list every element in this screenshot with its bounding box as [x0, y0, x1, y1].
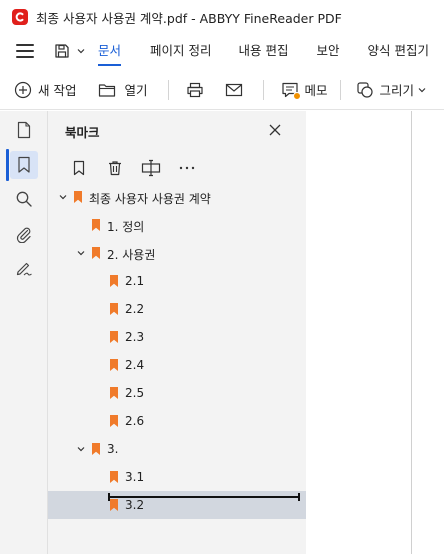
bookmark-icon	[18, 156, 30, 173]
bookmark-icon	[110, 415, 118, 427]
menu-security[interactable]: 보안	[316, 34, 339, 68]
bookmark-row[interactable]: 2.4	[48, 351, 306, 379]
draw-label: 그리기	[379, 83, 415, 98]
search-panel-button[interactable]	[10, 185, 38, 213]
delete-bookmark-button[interactable]	[104, 157, 126, 179]
rename-bookmark-button[interactable]	[140, 157, 162, 179]
new-task-button[interactable]: 새 작업	[14, 80, 76, 99]
bookmark-icon	[74, 191, 82, 203]
new-task-label: 새 작업	[38, 83, 77, 98]
bookmark-outline-icon	[73, 160, 85, 176]
abbyy-logo-icon	[12, 9, 28, 25]
bookmark-icon	[110, 331, 118, 343]
bookmark-tools	[48, 155, 306, 181]
active-indicator	[6, 149, 9, 181]
save-icon[interactable]	[54, 43, 70, 59]
open-button[interactable]: 열기	[98, 80, 148, 99]
more-options-button[interactable]	[176, 157, 198, 179]
bookmark-label: 2.2	[125, 302, 145, 316]
bookmark-icon	[92, 247, 100, 259]
search-icon	[16, 191, 32, 207]
bookmark-label: 2.4	[125, 358, 145, 372]
attachments-panel-button[interactable]	[10, 220, 38, 248]
bookmarks-panel: 북마크 최종 사용자 사용권 계약 1. 정의 2. 사용권 2.1 2.2 2…	[48, 111, 306, 554]
toolbar-separator	[339, 79, 341, 100]
draw-button[interactable]: 그리기	[356, 80, 428, 99]
memo-label: 메모	[304, 83, 328, 98]
bookmark-icon	[92, 219, 100, 231]
menu-edit-content[interactable]: 내용 편집	[239, 34, 289, 68]
window-title: 최종 사용자 사용권 계약.pdf - ABBYY FineReader PDF	[36, 10, 342, 26]
page-icon	[17, 121, 31, 139]
signature-panel-button[interactable]	[10, 254, 38, 282]
plus-circle-icon	[14, 81, 32, 98]
bookmark-row[interactable]: 3.	[48, 435, 306, 463]
bookmark-icon	[110, 387, 118, 399]
menu-form-editor[interactable]: 양식 편집기	[368, 34, 429, 68]
bookmark-row[interactable]: 3.1	[48, 463, 306, 491]
bookmark-row[interactable]: 2.2	[48, 295, 306, 323]
bookmark-row[interactable]: 2.3	[48, 323, 306, 351]
bookmark-label: 2. 사용권	[107, 248, 156, 262]
memo-icon	[281, 81, 301, 100]
bookmark-icon	[110, 499, 118, 511]
main-toolbar: 새 작업 열기 메모 그리기	[0, 70, 444, 110]
menu-page-organize[interactable]: 페이지 정리	[150, 34, 211, 68]
drop-indicator	[108, 493, 300, 501]
chevron-down-icon	[418, 87, 426, 92]
bookmark-icon	[110, 471, 118, 483]
bookmark-label: 3.2	[125, 498, 145, 512]
pen-signature-icon	[16, 262, 32, 276]
bookmark-row[interactable]: 2.5	[48, 379, 306, 407]
document-area	[306, 111, 444, 554]
bookmark-row[interactable]: 2.6	[48, 407, 306, 435]
bookmark-label: 3.	[107, 442, 119, 456]
bookmark-label: 최종 사용자 사용권 계약	[89, 192, 211, 206]
print-button[interactable]	[186, 82, 204, 98]
bookmark-row[interactable]: 최종 사용자 사용권 계약	[48, 183, 306, 211]
menu-bar: 문서 페이지 정리 내용 편집 보안 양식 편집기	[0, 34, 444, 68]
bookmark-icon	[110, 359, 118, 371]
close-icon[interactable]	[268, 123, 282, 137]
toolbar-separator	[262, 79, 264, 100]
ellipsis-icon	[179, 166, 195, 170]
trash-icon	[109, 161, 121, 176]
rename-icon	[141, 159, 161, 177]
printer-icon	[186, 82, 203, 97]
bookmark-label: 2.1	[125, 274, 145, 288]
hamburger-menu-icon[interactable]	[16, 44, 34, 58]
bookmark-icon	[110, 275, 118, 287]
panel-title: 북마크	[65, 125, 100, 140]
envelope-icon	[225, 83, 242, 96]
paperclip-icon	[16, 227, 31, 243]
bookmark-label: 2.6	[125, 414, 145, 428]
folder-icon	[99, 83, 116, 97]
page-edge	[411, 111, 412, 554]
memo-button[interactable]: 메모	[281, 80, 328, 100]
bookmark-row[interactable]: 2.1	[48, 267, 306, 295]
bookmark-row[interactable]: 2. 사용권	[48, 239, 306, 267]
title-bar: 최종 사용자 사용권 계약.pdf - ABBYY FineReader PDF	[0, 0, 444, 34]
toolbar-separator	[167, 79, 169, 100]
pages-panel-button[interactable]	[10, 116, 38, 144]
bookmark-label: 3.1	[125, 470, 145, 484]
expand-chevron-icon[interactable]	[58, 192, 68, 202]
bookmark-label: 2.3	[125, 330, 145, 344]
bookmark-row[interactable]: 1. 정의	[48, 211, 306, 239]
expand-chevron-icon[interactable]	[76, 444, 86, 454]
shapes-icon	[356, 81, 373, 98]
save-dropdown-chevron-icon[interactable]	[76, 46, 86, 56]
add-bookmark-button[interactable]	[68, 157, 90, 179]
bookmark-icon	[92, 443, 100, 455]
menu-document[interactable]: 문서	[98, 34, 122, 68]
open-label: 열기	[124, 83, 148, 98]
bookmark-icon	[110, 303, 118, 315]
expand-chevron-icon[interactable]	[76, 248, 86, 258]
bookmark-label: 1. 정의	[107, 220, 145, 234]
bookmarks-panel-button[interactable]	[10, 151, 38, 179]
email-button[interactable]	[225, 83, 243, 97]
bookmark-label: 2.5	[125, 386, 145, 400]
